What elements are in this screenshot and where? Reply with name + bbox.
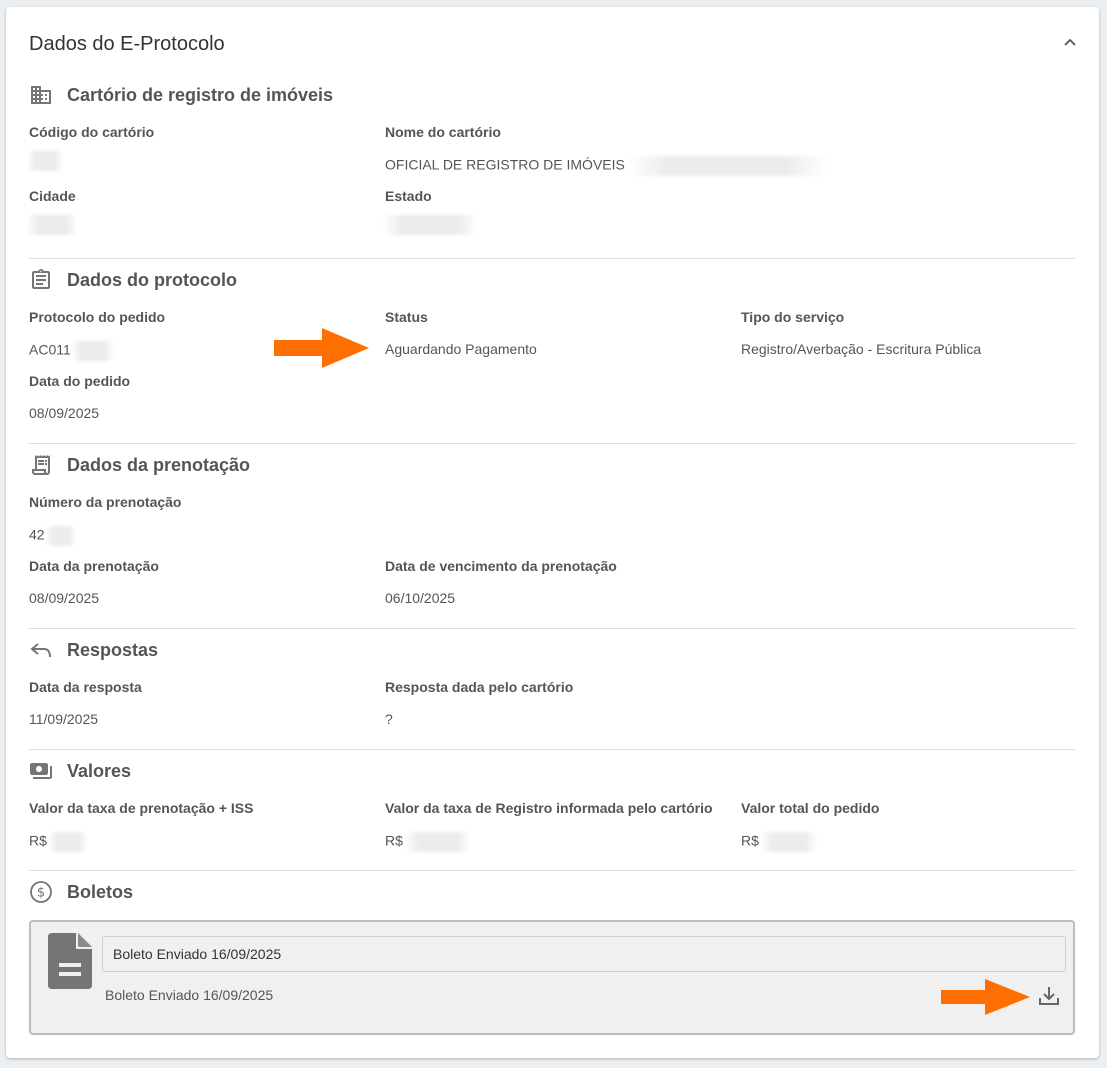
section-title: Respostas [67, 639, 159, 660]
codigo-cartorio-label: Código do cartório [29, 124, 155, 140]
protocolo-pedido-label: Protocolo do pedido [29, 309, 166, 325]
numero-prenotacao-value: 42 [29, 526, 76, 546]
reply-icon [30, 643, 51, 658]
section-title: Cartório de registro de imóveis [67, 84, 334, 105]
tipo-servico-value: Registro/Averbação - Escritura Pública [741, 341, 982, 357]
building-icon [31, 86, 51, 104]
data-resposta-value: 11/09/2025 [29, 711, 99, 727]
status-label: Status [385, 309, 428, 325]
divider [29, 443, 1075, 444]
cash-icon [30, 763, 52, 779]
tipo-servico-label: Tipo do serviço [741, 309, 845, 325]
boleto-title-field[interactable]: Boleto Enviado 16/09/2025 [102, 936, 1066, 972]
section-title: Boletos [67, 881, 134, 902]
section-protocolo: Dados do protocolo [29, 267, 237, 293]
data-resposta-label: Data da resposta [29, 679, 142, 695]
divider [29, 258, 1075, 259]
data-prenotacao-label: Data da prenotação [29, 558, 159, 574]
resposta-cartorio-label: Resposta dada pelo cartório [385, 679, 574, 695]
nome-cartorio-label: Nome do cartório [385, 124, 501, 140]
receipt-icon [32, 455, 50, 475]
resposta-cartorio-value: ? [385, 711, 393, 727]
data-prenotacao-value: 08/09/2025 [29, 590, 100, 606]
clipboard-icon [32, 269, 50, 289]
protocolo-pedido-value: AC011 [29, 341, 114, 361]
section-valores: Valores [29, 758, 131, 784]
divider [29, 628, 1075, 629]
vencimento-prenotacao-value: 06/10/2025 [385, 590, 456, 606]
card-title: Dados do E-Protocolo [29, 33, 225, 55]
file-document-icon [48, 933, 92, 989]
taxa-prenotacao-label: Valor da taxa de prenotação + ISS [29, 800, 254, 816]
section-title: Dados do protocolo [67, 269, 237, 290]
taxa-prenotacao-value: R$ [29, 832, 87, 852]
download-icon[interactable] [1038, 985, 1060, 1007]
section-prenotacao: Dados da prenotação [29, 452, 250, 478]
numero-prenotacao-label: Número da prenotação [29, 494, 182, 510]
status-value: Aguardando Pagamento [385, 341, 537, 357]
estado-label: Estado [385, 188, 432, 204]
cidade-label: Cidade [29, 188, 76, 204]
nome-cartorio-value: OFICIAL DE REGISTRO DE IMÓVEIS [385, 156, 827, 176]
annotation-arrow [274, 328, 369, 368]
taxa-registro-label: Valor da taxa de Registro informada pelo… [385, 800, 713, 816]
data-pedido-value: 08/09/2025 [29, 405, 100, 421]
boleto-subtitle: Boleto Enviado 16/09/2025 [105, 987, 274, 1003]
taxa-registro-value: R$ [385, 832, 471, 852]
dollar-circle-icon: $ [30, 881, 52, 903]
valor-total-value: R$ [741, 832, 817, 852]
chevron-up-icon[interactable] [1062, 35, 1078, 51]
annotation-arrow [941, 979, 1030, 1015]
section-title: Dados da prenotação [67, 454, 251, 475]
e-protocolo-card: Dados do E-Protocolo Cartório de registr… [6, 7, 1099, 1058]
svg-text:$: $ [37, 886, 45, 901]
estado-value [383, 215, 478, 235]
section-cartorio: Cartório de registro de imóveis [29, 82, 333, 108]
cidade-value [27, 215, 77, 235]
section-respostas: Respostas [29, 637, 158, 663]
section-boletos: $ Boletos [29, 879, 133, 905]
valor-total-label: Valor total do pedido [741, 800, 880, 816]
codigo-cartorio-value [27, 151, 63, 171]
boleto-item: Boleto Enviado 16/09/2025 Boleto Enviado… [29, 920, 1075, 1035]
divider [29, 749, 1075, 750]
divider [29, 870, 1075, 871]
data-pedido-label: Data do pedido [29, 373, 131, 389]
vencimento-prenotacao-label: Data de vencimento da prenotação [385, 558, 617, 574]
section-title: Valores [67, 760, 132, 781]
